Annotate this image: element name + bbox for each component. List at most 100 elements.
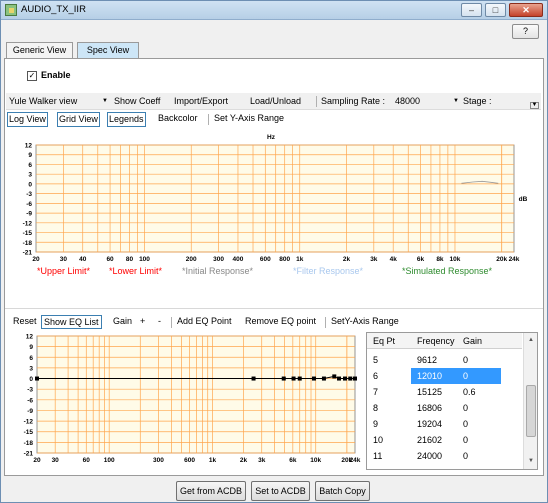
x-tick-label: 200 [186,256,197,263]
maximize-button[interactable]: □ [485,3,506,17]
cell-gain: 0 [463,355,469,365]
eq-point-marker[interactable] [297,376,302,381]
eq-point-marker[interactable] [332,374,337,379]
legends-button[interactable]: Legends [107,112,146,127]
y-tick-label: 12 [26,334,34,341]
header-eq-pt: Eq Pt [373,336,396,346]
y-tick-label: -9 [26,211,32,218]
x-tick-label: 6k [289,457,297,464]
x-tick-label: 2k [240,457,248,464]
x-tick-label: 20k [496,256,507,263]
y-tick-label: -6 [26,201,32,208]
toolbar-overflow-icon[interactable]: ▼ [530,102,539,109]
x-tick-label: 1k [209,457,217,464]
y-tick-label: -21 [23,250,33,257]
tab-generic-view[interactable]: Generic View [6,42,73,59]
legend-initial-response: *Initial Response* [182,266,254,276]
eq-point-marker[interactable] [353,376,357,381]
x-tick-label: 60 [83,457,91,464]
y-tick-label: 9 [28,152,32,159]
main-window: AUDIO_TX_IIR – □ ✕ ? Generic View Spec V… [0,0,548,503]
y-tick-label: -15 [23,230,33,237]
x-tick-label: 24k [509,256,520,263]
x-tick-label: 1k [296,256,304,263]
cell-frequency: 16806 [417,403,443,413]
grid-view-button[interactable]: Grid View [57,112,100,127]
set-y-axis-range-button[interactable]: Set Y-Axis Range [213,112,285,127]
reset-button[interactable]: Reset [13,315,37,329]
add-eq-point-button[interactable]: Add EQ Point [177,315,232,329]
table-row[interactable]: 8 16806 0 [367,400,522,416]
help-button[interactable]: ? [512,24,539,39]
x-axis-unit-label: Hz [267,134,276,141]
eq-point-marker[interactable] [348,376,353,381]
x-tick-label: 20 [33,457,41,464]
eq-list-table: Eq Pt Freqency Gain 5 9612 0 6 12010 0 7 15125 0… [366,332,538,470]
table-row[interactable]: 9 19204 0 [367,416,522,432]
y-tick-label: 0 [28,181,32,188]
x-tick-label: 600 [184,457,195,464]
eq-point-marker[interactable] [251,376,256,381]
show-eq-list-button[interactable]: Show EQ List [41,315,102,329]
legend-filter-response: *Filter Response* [293,266,364,276]
scroll-thumb[interactable] [526,385,536,437]
x-tick-label: 3k [258,457,266,464]
log-view-button[interactable]: Log View [7,112,48,127]
y-tick-label: -21 [24,451,34,458]
sampling-rate-select[interactable]: 48000 [395,96,420,106]
tab-spec-view[interactable]: Spec View [77,42,139,59]
table-row[interactable]: 10 21602 0 [367,432,522,448]
cell-frequency: 21602 [417,435,443,445]
eq-point-marker[interactable] [337,376,342,381]
eq-list-scrollbar[interactable]: ▲ ▼ [523,333,537,469]
eq-point-marker[interactable] [311,376,316,381]
eq-point-marker[interactable] [343,376,348,381]
gain-plus-button[interactable]: + [140,315,145,329]
y-tick-label: 12 [25,143,33,150]
table-row[interactable]: 5 9612 0 [367,352,522,368]
eq-point-marker[interactable] [281,376,286,381]
eq-list-header: Eq Pt Freqency Gain [367,333,522,349]
scroll-down-icon[interactable]: ▼ [525,455,537,467]
header-gain: Gain [463,336,483,346]
load-unload-button[interactable]: Load/Unload [250,96,301,106]
eq-point-marker[interactable] [321,376,326,381]
enable-label: Enable [41,70,71,80]
x-tick-label: 30 [52,457,60,464]
backcolor-button[interactable]: Backcolor [157,112,199,127]
batch-copy-button[interactable]: Batch Copy [315,481,370,501]
scroll-up-icon[interactable]: ▲ [525,334,537,346]
set-y-axis-range-eq-button[interactable]: SetY-Axis Range [331,315,399,329]
remove-eq-point-button[interactable]: Remove EQ point [245,315,316,329]
table-row[interactable]: 11 24000 0 [367,448,522,464]
minimize-button[interactable]: – [461,3,482,17]
cell-eq-pt: 8 [373,403,379,413]
set-to-acdb-button[interactable]: Set to ACDB [251,481,310,501]
sampling-rate-chevron-down-icon[interactable]: ▼ [453,98,459,104]
get-from-acdb-button[interactable]: Get from ACDB [176,481,246,501]
view-select[interactable]: Yule Walker view [9,96,77,106]
x-tick-label: 100 [139,256,150,263]
cell-frequency: 19204 [417,419,443,429]
enable-checkbox[interactable]: ✓ [27,71,37,81]
frequency-response-chart[interactable]: 129630-3-6-9-12-15-18-2120 30 40 60 80 100 200… [9,131,539,283]
gain-minus-button[interactable]: - [158,315,161,329]
cell-eq-pt: 10 [373,435,384,445]
eq-point-marker[interactable] [291,376,296,381]
eq-curve-chart[interactable]: 129630-3-6-9-12-15-18-2120 30 60 100 300 600 1… [9,329,361,471]
eq-point-marker[interactable] [35,376,39,381]
y-tick-label: 3 [28,172,32,179]
toolbar-separator [208,114,209,125]
x-tick-label: 40 [79,256,87,263]
app-icon [5,4,17,16]
import-export-button[interactable]: Import/Export [174,96,228,106]
close-button[interactable]: ✕ [509,3,543,17]
view-select-chevron-down-icon[interactable]: ▼ [102,98,108,104]
cell-frequency: 24000 [417,451,443,461]
x-tick-label: 10k [450,256,461,263]
cell-frequency: 9612 [417,355,438,365]
table-row[interactable]: 7 15125 0.6 [367,384,522,400]
x-tick-label: 600 [260,256,271,263]
show-coeff-button[interactable]: Show Coeff [114,96,160,106]
table-row[interactable]: 6 12010 0 [367,368,522,384]
